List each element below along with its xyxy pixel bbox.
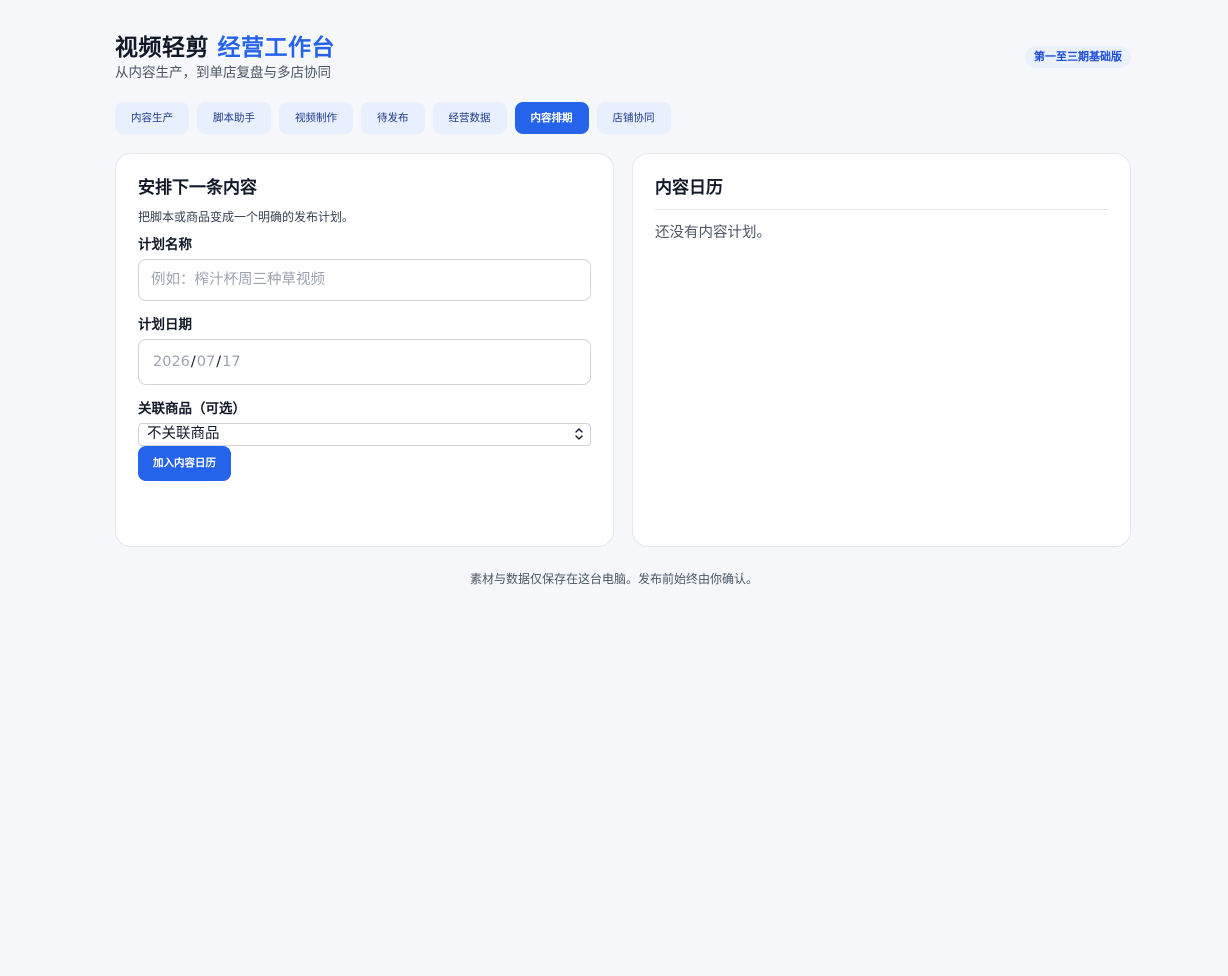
chevron-up-down-icon: [575, 428, 583, 440]
date-month[interactable]: 07: [197, 354, 215, 370]
tab-pending-publish[interactable]: 待发布: [361, 102, 425, 134]
date-separator: /: [190, 354, 196, 370]
app-container: 视频轻剪 经营工作台 从内容生产，到单店复盘与多店协同 第一至三期基础版 内容生…: [115, 32, 1131, 547]
tab-business-data[interactable]: 经营数据: [432, 102, 507, 134]
date-day[interactable]: 17: [222, 354, 240, 370]
calendar-divider: [655, 209, 1108, 210]
schedule-form-description: 把脚本或商品变成一个明确的发布计划。: [138, 210, 355, 224]
calendar-empty-state: 还没有内容计划。: [655, 225, 771, 241]
app-title: 视频轻剪 经营工作台: [115, 32, 1131, 64]
main-tabs: 内容生产 脚本助手 视频制作 待发布 经营数据 内容排期 店铺协同: [115, 102, 1131, 134]
page-header: 视频轻剪 经营工作台 从内容生产，到单店复盘与多店协同 第一至三期基础版: [115, 32, 1131, 88]
content-calendar-panel: 内容日历 还没有内容计划。: [632, 153, 1131, 547]
app-title-main: 视频轻剪: [115, 35, 209, 61]
calendar-title: 内容日历: [655, 178, 723, 198]
tab-script-assistant[interactable]: 脚本助手: [197, 102, 271, 134]
tab-store-collaboration[interactable]: 店铺协同: [596, 102, 671, 134]
plan-name-input[interactable]: [138, 259, 591, 301]
schedule-form-title: 安排下一条内容: [138, 178, 257, 198]
product-select-value: 不关联商品: [147, 426, 220, 442]
tab-content-schedule[interactable]: 内容排期: [514, 102, 589, 134]
plan-name-label: 计划名称: [138, 237, 192, 253]
tab-content-production[interactable]: 内容生产: [115, 102, 189, 134]
date-separator: /: [216, 354, 222, 370]
add-to-calendar-button[interactable]: 加入内容日历: [138, 446, 231, 481]
tab-video-production[interactable]: 视频制作: [279, 102, 353, 134]
product-select[interactable]: 不关联商品: [138, 423, 591, 446]
edition-badge: 第一至三期基础版: [1025, 46, 1131, 68]
plan-date-input[interactable]: 2026 / 07 / 17: [138, 339, 591, 385]
product-label: 关联商品（可选）: [138, 401, 246, 417]
app-title-accent: 经营工作台: [217, 35, 336, 61]
plan-date-label: 计划日期: [138, 317, 192, 333]
date-year[interactable]: 2026: [153, 354, 190, 370]
footer-note: 素材与数据仅保存在这台电脑。发布前始终由你确认。: [469, 572, 758, 586]
panels-row: 安排下一条内容 把脚本或商品变成一个明确的发布计划。 计划名称 计划日期 202…: [115, 153, 1131, 547]
app-subtitle: 从内容生产，到单店复盘与多店协同: [115, 65, 331, 81]
schedule-form-panel: 安排下一条内容 把脚本或商品变成一个明确的发布计划。 计划名称 计划日期 202…: [115, 153, 614, 547]
